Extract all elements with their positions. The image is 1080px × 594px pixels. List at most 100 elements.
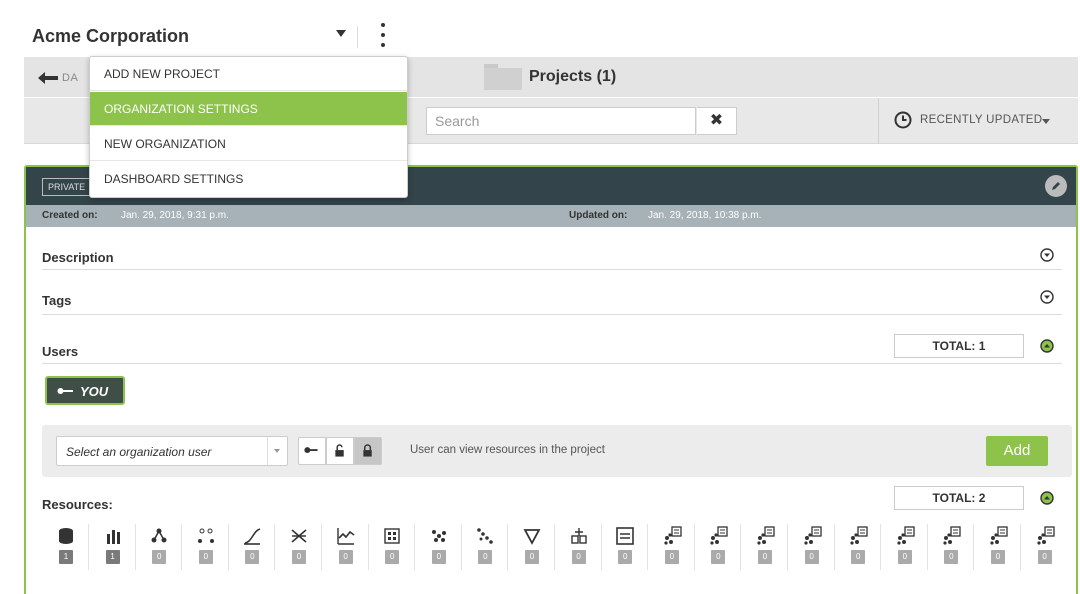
resource-item[interactable]: 0	[603, 524, 647, 586]
chevron-down-icon	[1042, 119, 1050, 124]
batch-prediction-icon	[664, 526, 682, 545]
resource-item[interactable]: 0	[230, 524, 274, 586]
time-series-icon	[336, 528, 355, 545]
resource-item[interactable]: 0	[696, 524, 740, 586]
resource-item[interactable]: 0	[836, 524, 880, 586]
users-total-badge: TOTAL: 1	[894, 334, 1024, 358]
resource-count: 1	[59, 550, 73, 564]
ensemble-icon	[197, 528, 214, 543]
resource-count: 0	[431, 550, 446, 564]
organization-user-select[interactable]: Select an organization user	[56, 436, 288, 466]
resource-item[interactable]: 0	[1023, 524, 1067, 586]
divider	[878, 98, 879, 144]
divider	[647, 524, 649, 570]
menu-item-new-organization[interactable]: NEW ORGANIZATION	[90, 127, 407, 161]
divider	[1020, 524, 1021, 570]
menu-item-dashboard-settings[interactable]: DASHBOARD SETTINGS	[90, 162, 407, 196]
resource-item[interactable]: 0	[184, 524, 228, 586]
dataset-icon	[106, 530, 120, 544]
sort-dropdown[interactable]: RECENTLY UPDATED	[894, 110, 1074, 132]
clock-icon	[894, 111, 912, 129]
divider	[414, 524, 416, 570]
org-switch-caret-icon[interactable]	[336, 30, 346, 37]
resource-count: 0	[664, 550, 679, 564]
collapse-up-icon[interactable]	[1040, 491, 1054, 505]
resource-count: 0	[525, 550, 539, 564]
resource-count: 0	[338, 550, 353, 564]
fusion-icon	[616, 527, 634, 545]
org-name[interactable]: Acme Corporation	[32, 26, 189, 47]
permission-description: User can view resources in the project	[410, 444, 605, 456]
topic-model-icon	[523, 529, 541, 545]
resource-item[interactable]: 0	[929, 524, 973, 586]
expand-down-icon[interactable]	[1040, 290, 1054, 304]
resource-item[interactable]: 0	[790, 524, 834, 586]
anomaly-icon	[431, 530, 446, 542]
sort-label: RECENTLY UPDATED	[920, 114, 1043, 126]
resource-count: 0	[758, 550, 772, 564]
resource-item[interactable]: 1	[44, 524, 88, 586]
prediction-icon	[897, 526, 915, 545]
divider	[321, 524, 322, 570]
resource-item[interactable]: 0	[324, 524, 368, 586]
resource-count: 0	[1037, 550, 1052, 564]
divider	[134, 524, 136, 570]
user-chip-you[interactable]: YOU	[45, 376, 125, 405]
resource-item[interactable]: 0	[650, 524, 694, 586]
resource-item[interactable]: 0	[883, 524, 927, 586]
divider	[181, 524, 183, 570]
org-menu-button[interactable]	[374, 20, 392, 52]
resource-count: 0	[198, 550, 213, 564]
org-header: Acme Corporation	[24, 14, 414, 56]
collapse-up-icon[interactable]	[1040, 339, 1054, 353]
batch-projection-icon	[850, 526, 868, 545]
divider	[554, 524, 555, 570]
resource-item[interactable]: 0	[557, 524, 601, 586]
resource-count: 0	[571, 550, 586, 564]
clear-search-icon[interactable]: ✖	[697, 107, 737, 135]
logistic-regression-icon	[244, 528, 261, 545]
menu-item-organization-settings[interactable]: ORGANIZATION SETTINGS	[90, 92, 407, 126]
resource-item[interactable]: 0	[277, 524, 321, 586]
deepnet-icon	[291, 529, 307, 543]
resource-item[interactable]: 0	[510, 524, 554, 586]
resource-item[interactable]: 0	[743, 524, 787, 586]
project-card: PRIVATE Created on: Jan. 29, 2018, 9:31 …	[24, 165, 1078, 594]
add-user-button[interactable]: Add	[986, 436, 1048, 466]
add-user-row: Select an organization user User can vie…	[42, 425, 1072, 477]
expand-down-icon[interactable]	[1040, 248, 1054, 262]
batch-topic-distribution-icon	[803, 526, 822, 545]
divider	[973, 524, 975, 570]
section-title: Description	[42, 250, 114, 265]
menu-item-add-new-project[interactable]: ADD NEW PROJECT	[90, 57, 407, 91]
resource-item[interactable]: 1	[91, 524, 135, 586]
resource-count: 0	[944, 550, 959, 564]
resource-item[interactable]: 0	[370, 524, 414, 586]
batch-centroid-icon	[710, 526, 729, 545]
divider	[274, 524, 276, 570]
tags-section[interactable]: Tags	[42, 271, 1062, 315]
divider	[833, 524, 835, 570]
permission-unlock-button[interactable]	[326, 437, 354, 465]
resource-count: 0	[385, 550, 400, 564]
resource-item[interactable]: 0	[137, 524, 181, 586]
pca-icon	[570, 528, 587, 544]
permission-lock-button[interactable]	[354, 437, 382, 465]
edit-project-button[interactable]	[1045, 175, 1067, 197]
resource-count: 0	[711, 550, 726, 564]
org-dropdown-menu: ADD NEW PROJECT ORGANIZATION SETTINGS NE…	[89, 56, 408, 198]
resource-item[interactable]: 0	[463, 524, 507, 586]
search-input[interactable]	[426, 107, 696, 135]
divider	[787, 524, 788, 570]
divider	[88, 524, 89, 570]
divider	[460, 524, 462, 570]
resource-item[interactable]: 0	[976, 524, 1020, 586]
divider	[740, 524, 742, 570]
source-icon	[59, 528, 73, 544]
permission-key-button[interactable]	[298, 437, 326, 465]
resource-count: 0	[897, 550, 912, 564]
arrow-left-icon	[38, 72, 58, 84]
resource-item[interactable]: 0	[417, 524, 461, 586]
description-section[interactable]: Description	[42, 242, 1062, 270]
anomaly-score-icon	[990, 526, 1008, 545]
